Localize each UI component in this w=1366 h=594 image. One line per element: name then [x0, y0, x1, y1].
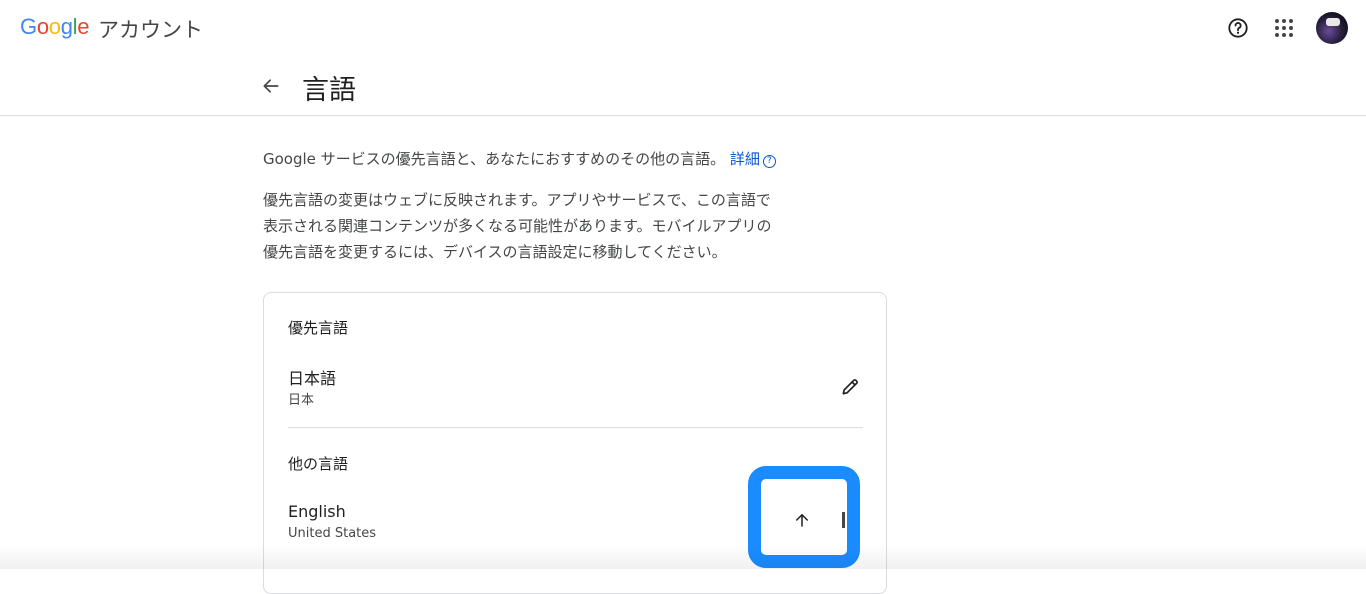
logo-letter: e	[77, 14, 90, 39]
other-language-region: United States	[288, 526, 377, 541]
help-small-icon: ?	[762, 155, 776, 168]
help-circle-icon	[1228, 18, 1248, 38]
intro-sentence: Google サービスの優先言語と、あなたにおすすめのその他の言語。	[263, 150, 726, 168]
description: 優先言語の変更はウェブに反映されます。アプリやサービスで、この言語で 表示される…	[263, 187, 823, 265]
more-options-icon[interactable]	[842, 512, 845, 528]
description-line: 表示される関連コンテンツが多くなる可能性があります。モバイルアプリの	[263, 217, 772, 235]
divider	[288, 427, 863, 428]
apps-grid-icon	[1275, 19, 1293, 37]
move-up-button[interactable]	[786, 504, 818, 536]
logo-letter: o	[36, 14, 49, 39]
help-button[interactable]	[1220, 10, 1256, 46]
top-bar: Google アカウント	[0, 0, 1366, 56]
logo-letter: o	[48, 14, 61, 39]
intro-text: Google サービスの優先言語と、あなたにおすすめのその他の言語。 詳細?	[263, 148, 883, 169]
description-line: 優先言語の変更はウェブに反映されます。アプリやサービスで、この言語で	[263, 191, 771, 209]
other-section-title: 他の言語	[288, 455, 349, 473]
edit-language-button[interactable]	[834, 371, 866, 403]
page-title: 言語	[302, 75, 356, 106]
preferred-language-name: 日本語	[288, 369, 337, 388]
logo-letter: G	[20, 14, 37, 39]
arrow-up-icon	[796, 514, 808, 527]
google-logo[interactable]: Google	[20, 14, 89, 40]
other-language-name: English	[288, 502, 346, 521]
account-avatar[interactable]	[1316, 12, 1348, 44]
description-line: 優先言語を変更するには、デバイスの言語設定に移動してください。	[263, 243, 727, 261]
pencil-icon	[842, 379, 858, 395]
arrow-back-icon	[263, 79, 279, 93]
logo-letter: g	[60, 14, 73, 39]
preferred-section-title: 優先言語	[288, 319, 349, 337]
page-header: 言語	[0, 56, 1366, 116]
apps-button[interactable]	[1266, 10, 1302, 46]
product-name[interactable]: アカウント	[98, 14, 203, 44]
preferred-language-region: 日本	[288, 393, 315, 408]
learn-more-label: 詳細	[729, 150, 760, 168]
back-button[interactable]	[256, 71, 286, 101]
learn-more-link[interactable]: 詳細?	[730, 150, 776, 168]
